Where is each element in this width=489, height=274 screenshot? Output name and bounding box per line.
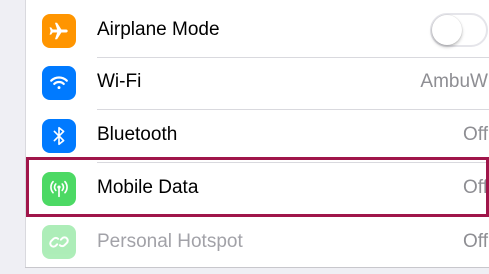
mobile-data-label: Mobile Data <box>97 177 199 198</box>
toggle-knob <box>432 15 462 45</box>
settings-row-mobile-data[interactable]: Mobile Data Off <box>26 163 489 216</box>
bluetooth-label: Bluetooth <box>97 124 178 145</box>
wifi-label: Wi-Fi <box>97 71 142 92</box>
hotspot-link-icon <box>42 225 76 259</box>
airplane-mode-label: Airplane Mode <box>97 19 220 40</box>
page-background <box>0 0 25 274</box>
mobile-data-value: Off <box>463 177 488 198</box>
wifi-icon <box>42 66 76 100</box>
list-bottom-edge <box>25 267 489 274</box>
personal-hotspot-value: Off <box>463 231 488 252</box>
settings-row-personal-hotspot: Personal Hotspot Off <box>26 216 489 269</box>
airplane-icon <box>42 14 76 48</box>
airplane-mode-toggle[interactable] <box>430 13 488 47</box>
wifi-network-value: AmbuW <box>420 71 488 92</box>
settings-row-airplane-mode[interactable]: Airplane Mode <box>26 4 489 58</box>
settings-row-bluetooth[interactable]: Bluetooth Off <box>26 110 489 163</box>
bluetooth-value: Off <box>463 124 488 145</box>
settings-list: Airplane Mode Wi-Fi AmbuW Bluetooth Off <box>25 0 489 267</box>
personal-hotspot-label: Personal Hotspot <box>97 231 243 252</box>
settings-row-wifi[interactable]: Wi-Fi AmbuW <box>26 57 489 110</box>
bluetooth-icon <box>42 119 76 153</box>
antenna-icon <box>42 172 76 206</box>
